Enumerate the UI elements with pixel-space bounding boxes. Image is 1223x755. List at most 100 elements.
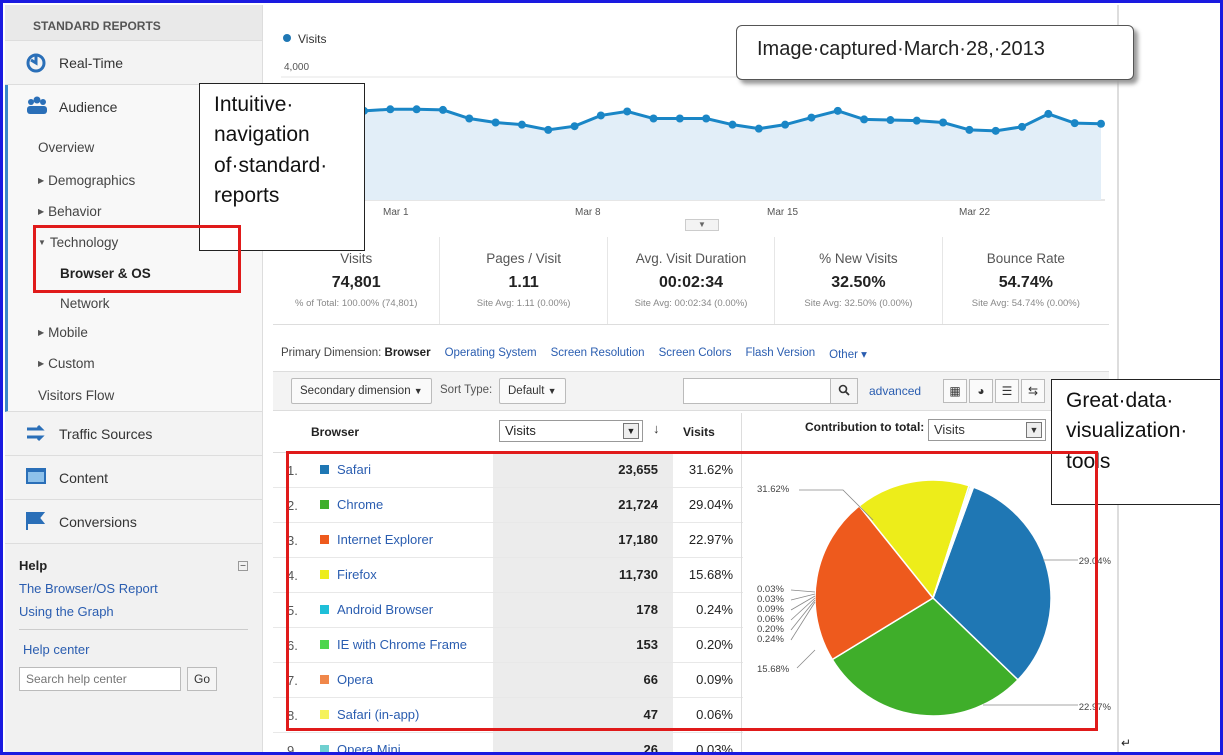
data-point[interactable] — [412, 105, 421, 114]
metric-name: Bounce Rate — [986, 251, 1065, 266]
data-point[interactable] — [991, 126, 1000, 135]
metric-1[interactable]: Pages / Visit 1.11 Site Avg: 1.11 (0.00%) — [440, 237, 608, 324]
nav-custom[interactable]: ▶ Custom — [8, 348, 262, 379]
data-point[interactable] — [728, 120, 737, 129]
metric-select-value: Visits — [505, 423, 536, 438]
data-point[interactable] — [886, 116, 895, 125]
browser-link[interactable]: Opera Mini — [337, 742, 401, 752]
data-point[interactable] — [1097, 119, 1105, 128]
dim-screen-colors[interactable]: Screen Colors — [659, 347, 732, 361]
data-point[interactable] — [517, 120, 526, 129]
nav-realtime-label: Real-Time — [59, 54, 124, 71]
legend-label: Visits — [298, 32, 326, 46]
data-point[interactable] — [570, 122, 579, 131]
nav-realtime[interactable]: Real-Time — [5, 41, 262, 85]
data-point[interactable] — [1044, 109, 1053, 118]
secondary-dimension-button[interactable]: Secondary dimension ▼ — [291, 378, 432, 404]
data-point[interactable] — [1070, 119, 1079, 128]
data-point[interactable] — [544, 125, 553, 134]
col-visits-header[interactable]: Visits — [683, 425, 715, 439]
nav-traffic-label: Traffic Sources — [59, 425, 153, 442]
callout-data-line: Great·data· — [1066, 389, 1174, 412]
audience-icon — [25, 96, 49, 118]
metric-3[interactable]: % New Visits 32.50% Site Avg: 32.50% (0.00… — [775, 237, 943, 324]
data-point[interactable] — [1018, 122, 1027, 131]
bar-view-icon[interactable]: ☰ — [995, 379, 1019, 403]
help-link-graph[interactable]: Using the Graph — [19, 604, 248, 619]
data-point[interactable] — [491, 118, 500, 127]
nav-custom-label: Custom — [48, 356, 95, 371]
table-view-icon[interactable]: ▦ — [943, 379, 967, 403]
help-search-input[interactable] — [19, 667, 181, 691]
y-max-label: 4,000 — [284, 62, 309, 73]
primary-dimension-current: Browser — [384, 347, 431, 359]
metric-select[interactable]: Visits ▼ — [499, 420, 643, 442]
metric-site-avg: Site Avg: 1.11 (0.00%) — [476, 298, 571, 309]
dropdown-arrow-icon: ▼ — [547, 386, 557, 396]
nav-content[interactable]: Content — [5, 456, 262, 500]
realtime-icon — [25, 52, 49, 74]
metric-4[interactable]: Bounce Rate 54.74% Site Avg: 54.74% (0.00%… — [943, 237, 1109, 324]
help-link-browser-os[interactable]: The Browser/OS Report — [19, 581, 248, 596]
advanced-filter-link[interactable]: advanced — [869, 384, 921, 398]
collapse-icon[interactable]: – — [238, 561, 248, 571]
comparison-view-icon[interactable]: ⇆ — [1021, 379, 1045, 403]
data-point[interactable] — [912, 116, 921, 125]
metrics-row: Visits 74,801 % of Total: 100.00% (74,801)… — [273, 237, 1109, 325]
search-icon[interactable] — [830, 378, 858, 404]
dim-flash-version[interactable]: Flash Version — [745, 347, 815, 361]
table-toolbar: Secondary dimension ▼ Sort Type: Default… — [273, 371, 1109, 411]
dim-operating-system[interactable]: Operating System — [445, 347, 537, 361]
data-point[interactable] — [465, 114, 474, 123]
data-point[interactable] — [702, 114, 711, 123]
help-go-button[interactable]: Go — [187, 667, 217, 691]
help-center-link[interactable]: Help center — [19, 642, 248, 657]
secondary-dimension-label: Secondary dimension — [300, 385, 411, 397]
nav-visitors-flow[interactable]: Visitors Flow — [8, 379, 262, 411]
help-panel: Help – The Browser/OS Report Using the G… — [5, 546, 262, 703]
contribution-select[interactable]: Visits ▼ — [928, 419, 1046, 441]
primary-dimension-label: Primary Dimension: Browser — [281, 347, 431, 361]
sort-type-select[interactable]: Default ▼ — [499, 378, 566, 404]
metric-2[interactable]: Avg. Visit Duration 00:02:34 Site Avg: 00:… — [608, 237, 776, 324]
x-tick-label: Mar 1 — [383, 207, 409, 218]
data-point[interactable] — [675, 114, 684, 123]
metric-value: 00:02:34 — [658, 274, 724, 291]
data-point[interactable] — [965, 125, 974, 134]
data-point[interactable] — [833, 106, 842, 115]
highlight-box-data — [286, 451, 1098, 731]
nav-traffic-sources[interactable]: Traffic Sources — [5, 412, 262, 456]
divider — [19, 629, 248, 630]
nav-content-label: Content — [59, 469, 109, 486]
data-point[interactable] — [860, 115, 869, 124]
data-point[interactable] — [754, 124, 763, 133]
metric-site-avg: % of Total: 100.00% (74,801) — [295, 298, 418, 309]
dropdown-arrow-icon: ▼ — [623, 423, 639, 439]
content-icon — [25, 467, 49, 489]
data-point[interactable] — [781, 120, 790, 129]
chart-collapse-icon[interactable]: ▼ — [685, 219, 719, 231]
metric-site-avg: Site Avg: 00:02:34 (0.00%) — [634, 298, 748, 309]
nav-network[interactable]: Network — [8, 289, 262, 317]
data-point[interactable] — [649, 114, 658, 123]
pie-view-icon[interactable]: ◕ — [969, 379, 993, 403]
data-point[interactable] — [807, 113, 816, 122]
help-title-row: Help – — [19, 558, 248, 573]
data-point[interactable] — [623, 107, 632, 116]
table-search-input[interactable] — [683, 378, 831, 404]
metric-value: 1.11 — [508, 274, 539, 291]
nav-conversions[interactable]: Conversions — [5, 500, 262, 544]
table-header: Browser Visits ▼ ↓ Visits — [273, 413, 743, 453]
col-browser-header[interactable]: Browser — [311, 425, 359, 439]
data-point[interactable] — [438, 105, 447, 114]
data-point[interactable] — [596, 111, 605, 120]
data-point[interactable] — [386, 105, 395, 114]
dim-other[interactable]: Other ▾ — [829, 347, 867, 361]
legend-dot — [283, 34, 291, 42]
data-point[interactable] — [939, 118, 948, 127]
sort-desc-icon[interactable]: ↓ — [653, 421, 660, 436]
nav-mobile[interactable]: ▶ Mobile — [8, 317, 262, 348]
x-tick-label: Mar 22 — [959, 207, 991, 218]
metric-name: Avg. Visit Duration — [635, 251, 747, 266]
dim-screen-resolution[interactable]: Screen Resolution — [551, 347, 645, 361]
